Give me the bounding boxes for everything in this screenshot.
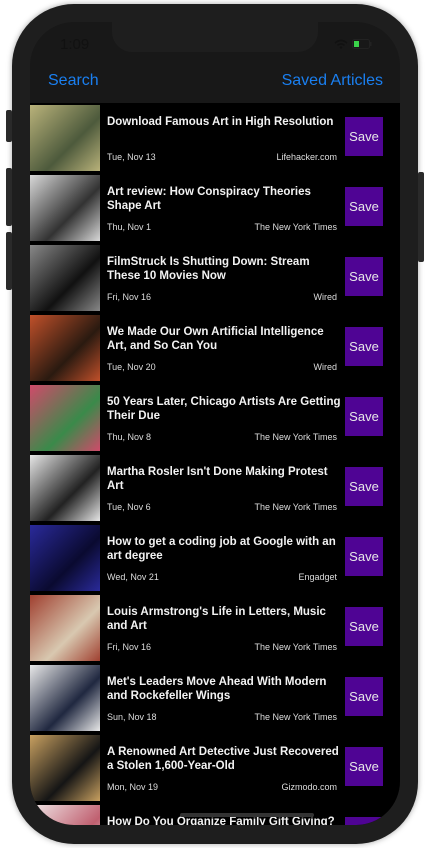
- save-button[interactable]: Save: [345, 537, 383, 576]
- article-thumbnail: [30, 245, 100, 311]
- save-button[interactable]: Save: [345, 397, 383, 436]
- article-row[interactable]: Download Famous Art in High Resolution T…: [30, 103, 400, 173]
- article-date: Fri, Nov 16: [107, 292, 152, 302]
- wifi-icon: [334, 39, 348, 49]
- article-date: Sun, Nov 18: [107, 712, 157, 722]
- article-title[interactable]: Download Famous Art in High Resolution: [107, 115, 343, 129]
- article-thumbnail: [30, 175, 100, 241]
- save-button[interactable]: Save: [345, 747, 383, 786]
- article-date: Fri, Nov 16: [107, 642, 152, 652]
- article-title[interactable]: FilmStruck Is Shutting Down: Stream Thes…: [107, 255, 343, 283]
- article-title[interactable]: We Made Our Own Artificial Intelligence …: [107, 325, 343, 353]
- article-date: Tue, Nov 20: [107, 362, 156, 372]
- article-source: The New York Times: [254, 432, 337, 442]
- article-source: The New York Times: [254, 502, 337, 512]
- article-row[interactable]: A Renowned Art Detective Just Recovered …: [30, 733, 400, 803]
- volume-down-button: [6, 232, 12, 290]
- article-row[interactable]: How to get a coding job at Google with a…: [30, 523, 400, 593]
- article-source: Engadget: [298, 572, 337, 582]
- nav-bar: Search Saved Articles: [30, 72, 400, 102]
- article-title[interactable]: How to get a coding job at Google with a…: [107, 535, 343, 563]
- save-button[interactable]: Save: [345, 257, 383, 296]
- saved-articles-button[interactable]: Saved Articles: [282, 72, 383, 90]
- article-title[interactable]: Met's Leaders Move Ahead With Modern and…: [107, 675, 343, 703]
- article-row[interactable]: Martha Rosler Isn't Done Making Protest …: [30, 453, 400, 523]
- status-icons: [334, 39, 372, 49]
- article-thumbnail: [30, 595, 100, 661]
- save-button[interactable]: Save: [345, 327, 383, 366]
- article-thumbnail: [30, 735, 100, 801]
- article-row[interactable]: Art review: How Conspiracy Theories Shap…: [30, 173, 400, 243]
- article-thumbnail: [30, 105, 100, 171]
- home-indicator: [180, 813, 314, 817]
- article-thumbnail: [30, 455, 100, 521]
- article-title[interactable]: Martha Rosler Isn't Done Making Protest …: [107, 465, 343, 493]
- save-button[interactable]: Save: [345, 187, 383, 226]
- save-button[interactable]: Save: [345, 677, 383, 716]
- article-title[interactable]: 50 Years Later, Chicago Artists Are Gett…: [107, 395, 343, 423]
- article-thumbnail: [30, 805, 100, 825]
- article-date: Thu, Nov 8: [107, 432, 152, 442]
- article-source: Lifehacker.com: [276, 152, 337, 162]
- volume-up-button: [6, 168, 12, 226]
- article-row[interactable]: FilmStruck Is Shutting Down: Stream Thes…: [30, 243, 400, 313]
- article-thumbnail: [30, 385, 100, 451]
- save-button[interactable]: Save: [345, 117, 383, 156]
- article-date: Thu, Nov 1: [107, 222, 152, 232]
- article-row[interactable]: 50 Years Later, Chicago Artists Are Gett…: [30, 383, 400, 453]
- save-button[interactable]: Save: [345, 817, 383, 825]
- article-thumbnail: [30, 665, 100, 731]
- notch: [112, 22, 318, 52]
- article-title[interactable]: Louis Armstrong's Life in Letters, Music…: [107, 605, 343, 633]
- article-date: Wed, Nov 21: [107, 572, 159, 582]
- article-thumbnail: [30, 525, 100, 591]
- article-thumbnail: [30, 315, 100, 381]
- article-source: Wired: [313, 292, 337, 302]
- status-time: 1:09: [60, 36, 90, 53]
- screen: 1:09 Search Saved Articles Download Famo…: [30, 22, 400, 825]
- search-button[interactable]: Search: [48, 72, 99, 90]
- article-row[interactable]: We Made Our Own Artificial Intelligence …: [30, 313, 400, 383]
- article-date: Mon, Nov 19: [107, 782, 159, 792]
- article-row[interactable]: Louis Armstrong's Life in Letters, Music…: [30, 593, 400, 663]
- power-button: [418, 172, 424, 262]
- mute-switch: [6, 110, 12, 142]
- article-title[interactable]: A Renowned Art Detective Just Recovered …: [107, 745, 343, 773]
- article-source: The New York Times: [254, 222, 337, 232]
- article-list[interactable]: Download Famous Art in High Resolution T…: [30, 103, 400, 825]
- article-date: Tue, Nov 13: [107, 152, 156, 162]
- article-source: The New York Times: [254, 712, 337, 722]
- article-source: Wired: [313, 362, 337, 372]
- article-row[interactable]: Met's Leaders Move Ahead With Modern and…: [30, 663, 400, 733]
- save-button[interactable]: Save: [345, 467, 383, 506]
- battery-icon: [352, 39, 372, 49]
- article-date: Tue, Nov 6: [107, 502, 151, 512]
- article-title[interactable]: Art review: How Conspiracy Theories Shap…: [107, 185, 343, 213]
- article-source: The New York Times: [254, 642, 337, 652]
- article-source: Gizmodo.com: [281, 782, 337, 792]
- save-button[interactable]: Save: [345, 607, 383, 646]
